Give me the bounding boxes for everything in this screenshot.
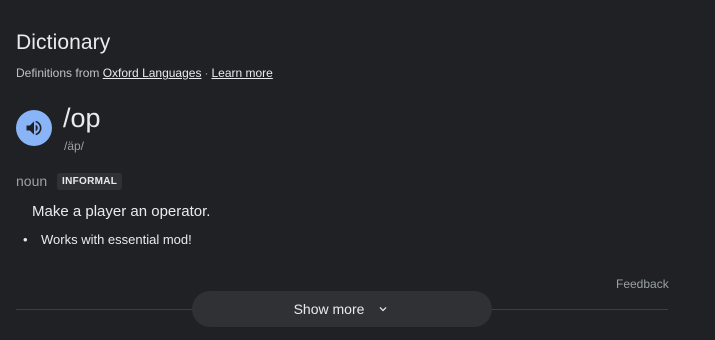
show-more-label: Show more	[293, 301, 365, 317]
source-prefix: Definitions from	[16, 66, 100, 80]
part-of-speech: noun	[16, 173, 48, 189]
oxford-languages-link[interactable]: Oxford Languages	[103, 66, 202, 80]
panel-title: Dictionary	[16, 31, 111, 54]
definition-text: Make a player an operator.	[32, 203, 211, 220]
register-badge: INFORMAL	[57, 173, 123, 190]
source-separator: ·	[204, 66, 209, 80]
example-text: Works with essential mod!	[41, 232, 192, 247]
source-line: Definitions from Oxford Languages · Learn …	[16, 66, 273, 80]
speaker-icon	[26, 120, 42, 136]
pronunciation-button[interactable]	[16, 110, 52, 146]
chevron-down-icon	[376, 302, 390, 316]
show-more-button[interactable]: Show more	[192, 291, 492, 327]
headword: /op	[63, 103, 101, 133]
learn-more-link[interactable]: Learn more	[211, 66, 272, 80]
phonetic-spelling: /äp/	[64, 139, 85, 153]
dictionary-panel: Dictionary Definitions from Oxford Langu…	[0, 0, 715, 340]
feedback-link[interactable]: Feedback	[616, 277, 669, 291]
example-item: • Works with essential mod!	[23, 232, 192, 247]
bullet-icon: •	[23, 232, 28, 247]
